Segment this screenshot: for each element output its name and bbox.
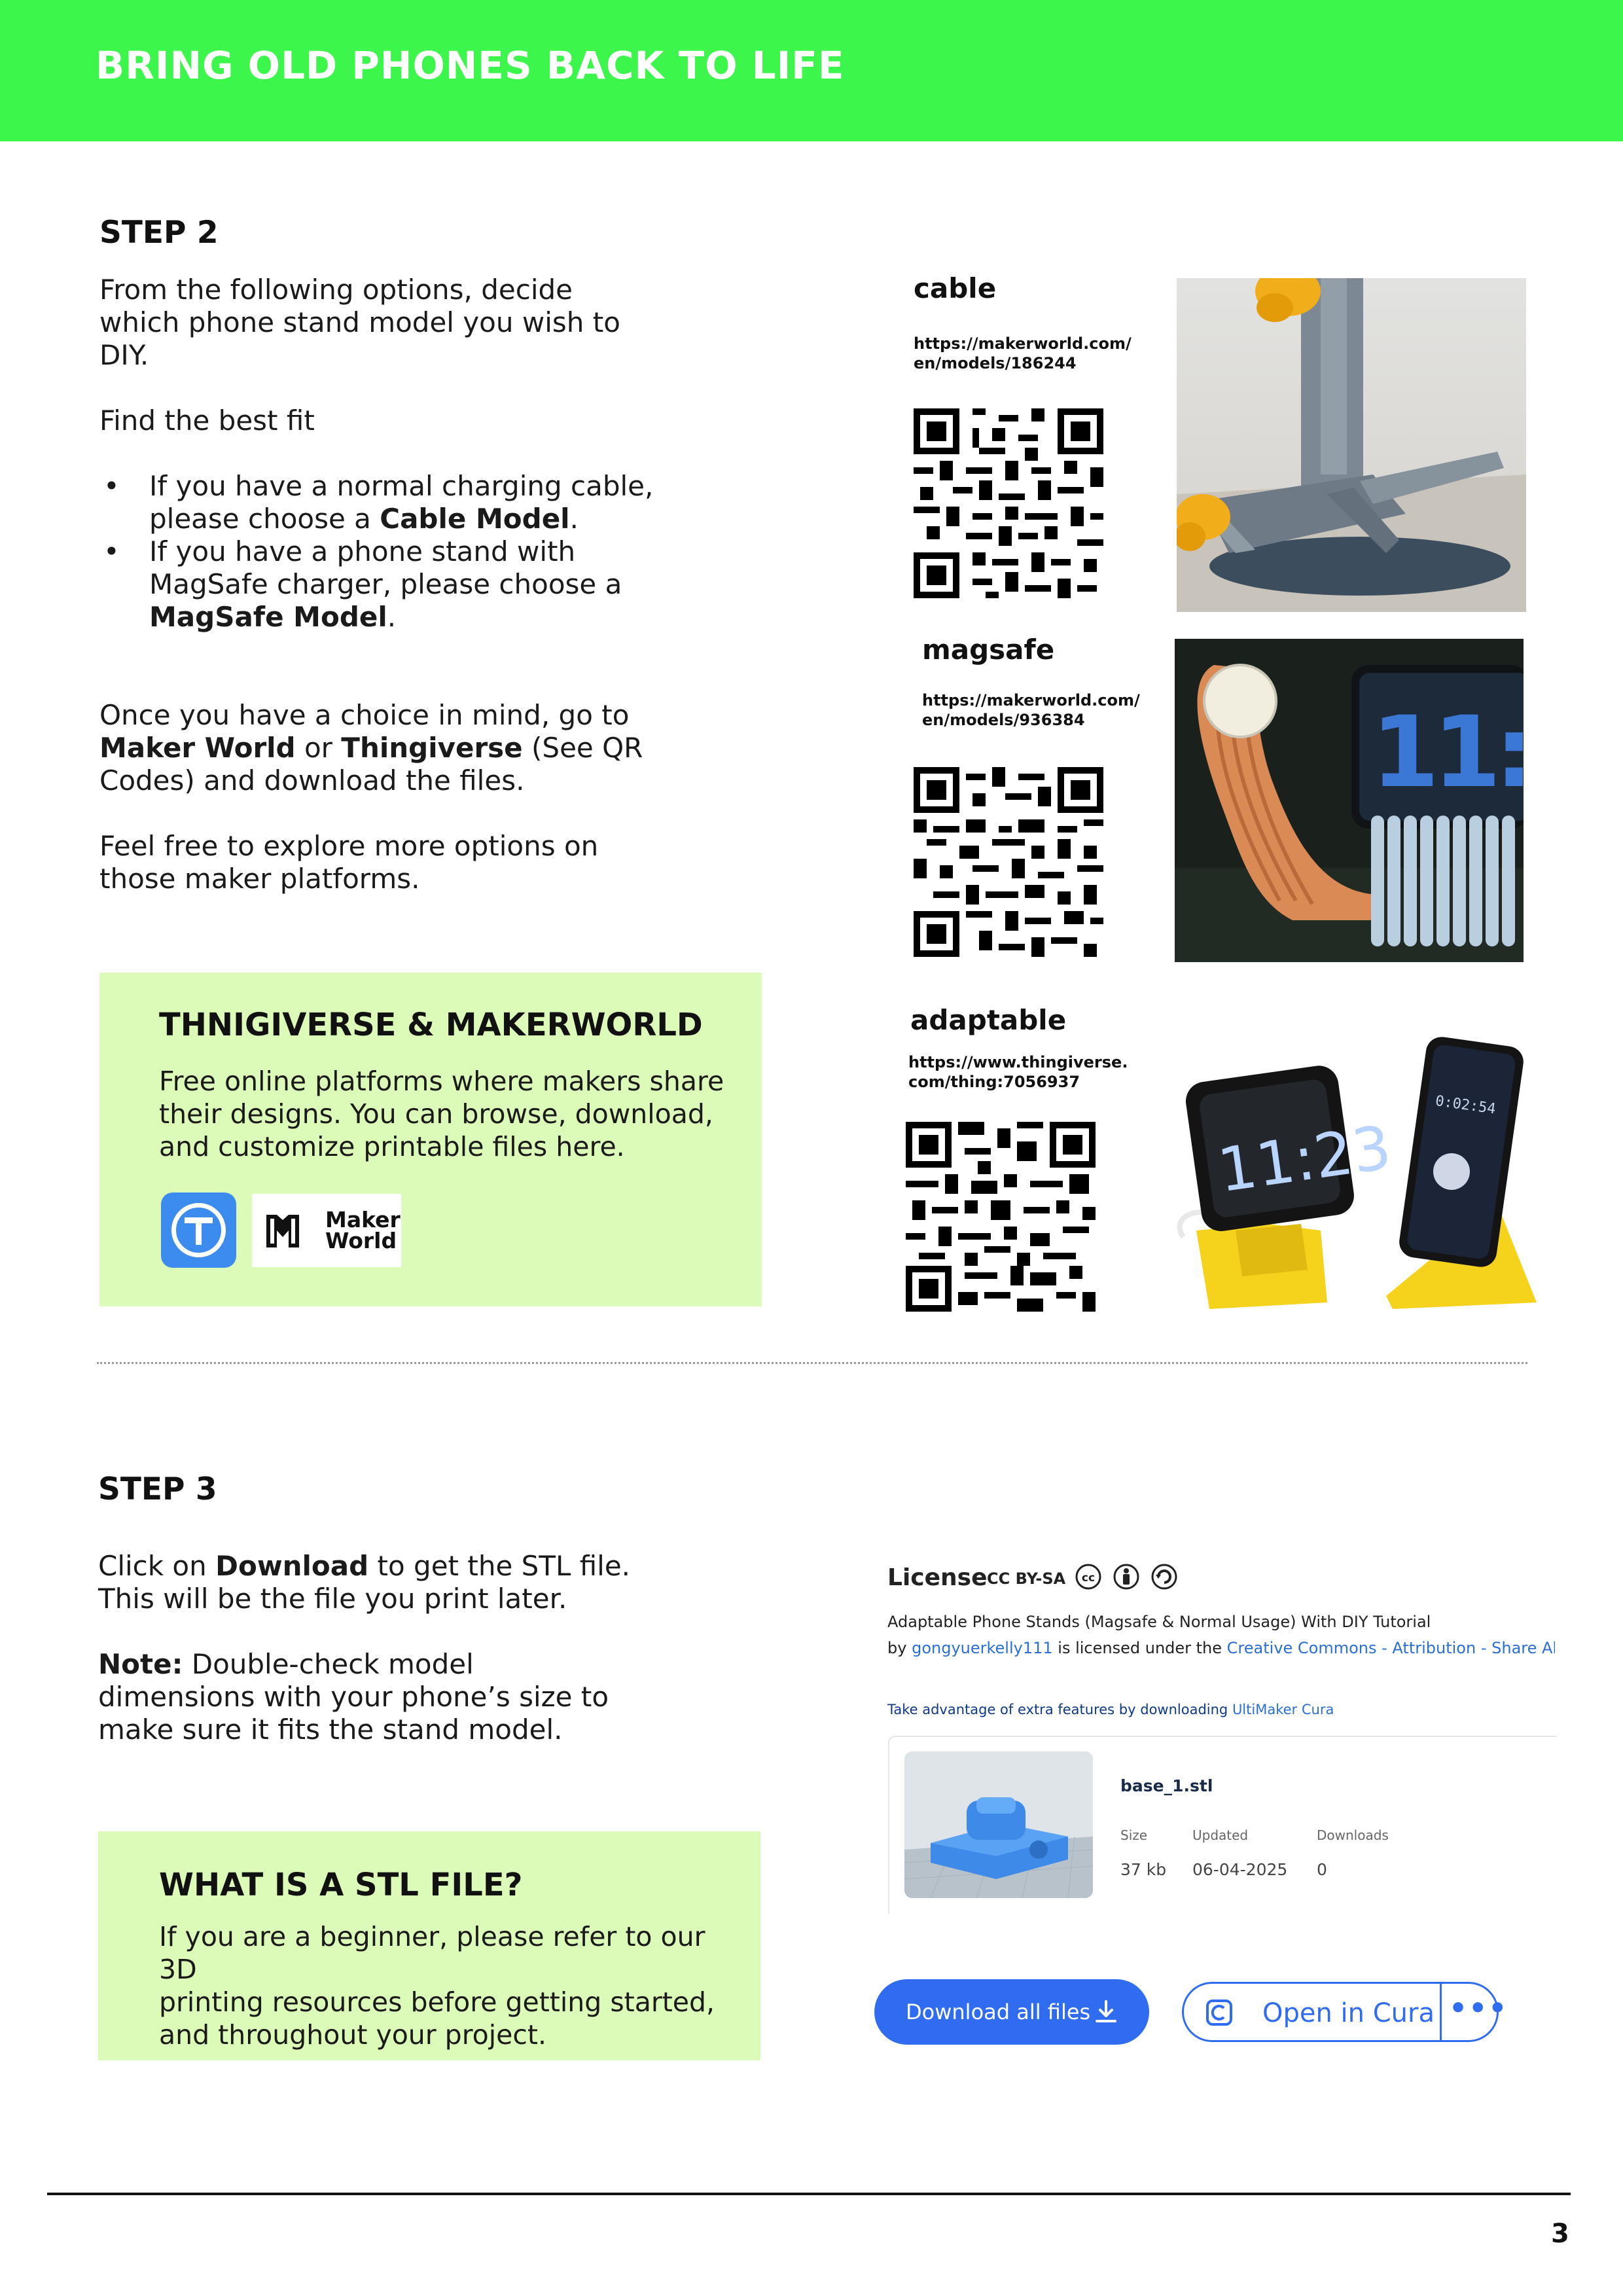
thingiverse-logo[interactable] (161, 1193, 236, 1268)
license-attribution: by gongyuerkelly111 is licensed under th… (887, 1635, 1555, 1661)
license-work-link[interactable]: Adaptable Phone Stands (Magsafe & Normal… (887, 1609, 1431, 1635)
bullet-magsafe: • If you have a phone stand with MagSafe… (103, 535, 622, 633)
find-best-fit: Find the best fit (99, 404, 315, 437)
more-options-icon[interactable]: ••• (1449, 1992, 1507, 2025)
downloads-label: Downloads (1317, 1827, 1389, 1843)
cura-promo: Take advantage of extra features by down… (887, 1702, 1334, 1717)
author-link[interactable]: gongyuerkelly111 (912, 1639, 1053, 1657)
license-title: License (887, 1564, 988, 1591)
downloads-value: 0 (1317, 1860, 1327, 1879)
cc-icon: cc (1075, 1564, 1101, 1590)
magsafe-clock-text: 11:0 (1371, 696, 1524, 810)
share-alike-icon (1151, 1564, 1177, 1590)
page-number: 3 (1551, 2219, 1569, 2249)
model-url-adaptable[interactable]: https://www.thingiverse. com/thing:705693… (908, 1052, 1128, 1092)
step3-line-1: Click on Download to get the STL file. (98, 1550, 631, 1582)
download-all-button[interactable]: Download all files (874, 1979, 1149, 2045)
intro-line-2: which phone stand model you wish to (99, 306, 620, 338)
file-name[interactable]: base_1.stl (1120, 1776, 1213, 1795)
svg-text:cc: cc (1082, 1571, 1095, 1585)
adaptable-stand-photo: 11:23 0:02:54 (1170, 1034, 1537, 1322)
footer-rule (47, 2193, 1571, 2195)
stl-panel-text: If you are a beginner, please refer to o… (159, 1921, 715, 2051)
once-choice-text: Once you have a choice in mind, go to Ma… (99, 699, 643, 797)
download-icon (1096, 2000, 1116, 2022)
size-value: 37 kb (1120, 1860, 1167, 1879)
license-cc-badge: CC BY-SA (987, 1570, 1066, 1588)
model-url-magsafe[interactable]: https://makerworld.com/en/models/936384 (922, 691, 1140, 730)
size-label: Size (1120, 1827, 1148, 1843)
updated-label: Updated (1192, 1827, 1249, 1843)
qr-code-adaptable (906, 1122, 1096, 1312)
step3-title: STEP 3 (98, 1471, 217, 1507)
step2-title: STEP 2 (99, 215, 219, 251)
section-divider (97, 1362, 1527, 1364)
step3-note: Note: Double-check model dimensions with… (98, 1648, 609, 1746)
model-label-adaptable: adaptable (910, 1004, 1067, 1036)
header-title: BRING OLD PHONES BACK TO LIFE (96, 43, 845, 88)
thingiverse-icon (171, 1203, 226, 1257)
cable-stand-photo (1177, 278, 1526, 612)
model-url-cable[interactable]: https://makerworld.com/en/models/186244 (914, 334, 1132, 373)
model-label-cable: cable (914, 272, 997, 304)
qr-code-cable (914, 408, 1103, 598)
maker-logo-line2: World (325, 1228, 397, 1253)
intro-line-3: DIY. (99, 339, 149, 371)
step2-text: From the following options, decide which… (99, 274, 688, 895)
feel-free-text: Feel free to explore more options on thos… (99, 830, 599, 895)
magsafe-stand-photo: 11:0 (1175, 639, 1524, 962)
attribution-icon (1113, 1564, 1139, 1590)
license-name-link[interactable]: Creative Commons - Attribution - Share A… (1227, 1639, 1555, 1657)
step3-line-2: This will be the file you print later. (98, 1583, 567, 1615)
qr-code-magsafe (914, 767, 1103, 957)
makerworld-logo[interactable]: Maker World (252, 1194, 401, 1267)
model-label-magsafe: magsafe (922, 634, 1055, 666)
platforms-text: Free online platforms where makers share… (159, 1066, 724, 1162)
bullet-list: • If you have a normal charging cable, p… (99, 470, 688, 634)
cura-download-link[interactable]: UltiMaker Cura (1232, 1702, 1334, 1717)
updated-value: 06-04-2025 (1192, 1860, 1288, 1879)
open-in-cura-label: Open in Cura (1262, 1998, 1435, 2028)
download-all-label: Download all files (906, 2000, 1091, 2024)
open-in-cura-button[interactable]: Open in Cura ••• (1182, 1982, 1507, 2042)
step3-text: Click on Download to get the STL file. T… (98, 1550, 687, 1746)
bullet-cable: • If you have a normal charging cable, p… (103, 470, 654, 535)
cura-icon (1206, 2000, 1232, 2026)
intro-line-1: From the following options, decide (99, 274, 573, 306)
file-thumbnail[interactable] (904, 1751, 1093, 1898)
platforms-title: THNIGIVERSE & MAKERWORLD (159, 1007, 703, 1043)
makerworld-cube-icon (266, 1215, 299, 1247)
stl-panel-title: WHAT IS A STL FILE? (159, 1867, 523, 1903)
